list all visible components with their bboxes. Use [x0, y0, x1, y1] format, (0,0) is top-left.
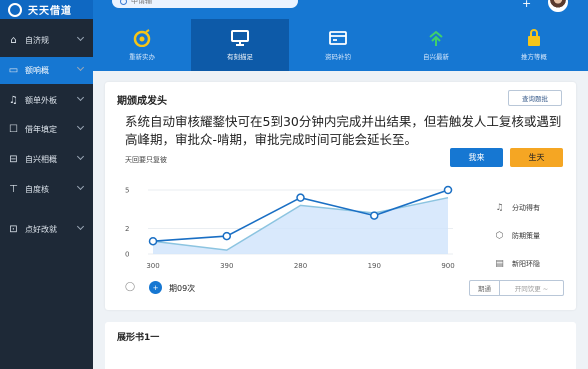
sidebar-item-label: 自济规: [25, 36, 49, 45]
brand-name: 天天借道: [28, 6, 72, 17]
data-point: [443, 185, 453, 195]
tab-label: 资码补钓: [325, 53, 351, 61]
data-point: [296, 193, 305, 202]
x-tick-label: 900: [441, 262, 454, 270]
legend-item[interactable]: ▤ 新阳环隐: [495, 250, 565, 278]
query-button[interactable]: 查询题批: [508, 90, 562, 106]
sidebar-item-label: 额响概: [25, 66, 49, 75]
tab-label: 重新实办: [129, 53, 155, 61]
data-point: [370, 211, 379, 220]
x-tick-label: 390: [220, 262, 233, 270]
document-icon: ⊡: [9, 224, 18, 235]
segment-right[interactable]: 开同饮更 ~: [500, 281, 563, 295]
sidebar-item-3[interactable]: ♫ 额单外板: [0, 87, 93, 114]
secondary-card-title: 展形书1一: [117, 333, 160, 343]
sidebar: ⌂ 自济规 ▭ 额响概 ♫ 额单外板 ☐ 借年填定 ⊟ 自兴相概 ⊤ 自度核 ⊡…: [0, 19, 93, 369]
footer-row: ◯ + 期09次 期通 开同饮更 ~: [119, 280, 569, 296]
search-icon: [120, 0, 127, 5]
legend-label: 分动得有: [512, 204, 540, 212]
x-tick-label: 280: [294, 262, 307, 270]
monitor-icon: [230, 29, 250, 47]
tab-4[interactable]: 自兴最新: [387, 19, 485, 71]
logo-icon: [8, 2, 22, 17]
subtitle: 天回要只复彼: [125, 156, 167, 164]
y-tick-label: 0: [125, 251, 129, 259]
tab-2[interactable]: 有刻描足: [191, 19, 289, 71]
avatar[interactable]: [548, 0, 568, 12]
home-icon: ⌂: [10, 35, 17, 46]
top-bar: 天天借道 +: [0, 0, 588, 19]
chat-icon: ⊟: [9, 154, 18, 165]
x-tick-label: 190: [368, 262, 381, 270]
doc-icon: ▤: [495, 259, 504, 269]
sidebar-item-2[interactable]: ▭ 额响概: [0, 57, 93, 84]
feature-tab-bar: 重新实办 有刻描足 资码补钓 自兴最新 推方等概: [93, 19, 588, 71]
bell-icon: ♫: [9, 95, 18, 106]
sidebar-item-1[interactable]: ⌂ 自济规: [0, 27, 93, 54]
square-icon: ☐: [9, 124, 18, 135]
chevron-down-icon: [76, 182, 85, 191]
approval-message: 系统自动审核耀鍪快可在5到30分钟内完成并出结果，但若触发人工复核或遇到高峰期，…: [125, 114, 562, 147]
card-title: 期颁成发头: [117, 96, 167, 107]
chevron-down-icon: [76, 33, 85, 42]
data-point: [148, 236, 158, 246]
add-icon[interactable]: +: [522, 0, 531, 10]
primary-button[interactable]: 我来: [450, 148, 503, 167]
x-tick-label: 300: [146, 262, 159, 270]
lock-icon: [524, 29, 544, 47]
tab-label: 推方等概: [521, 53, 547, 61]
plus-toggle[interactable]: +: [149, 281, 162, 294]
tree-icon: [426, 29, 446, 47]
secondary-button[interactable]: 生天: [510, 148, 563, 167]
legend-item[interactable]: ⬡ 防期策量: [495, 222, 565, 250]
segment-control[interactable]: 期通 开同饮更 ~: [469, 280, 564, 296]
sidebar-item-label: 借年填定: [25, 125, 57, 134]
side-legend: ♫ 分动得有 ⬡ 防期策量 ▤ 新阳环隐: [495, 194, 565, 278]
wallet-icon: ▭: [8, 65, 19, 76]
brand[interactable]: 天天借道: [0, 0, 93, 19]
sidebar-item-6[interactable]: ⊤ 自度核: [0, 176, 93, 203]
toggle-label: 期09次: [169, 284, 196, 293]
shield-icon: ⬡: [495, 231, 504, 241]
chevron-down-icon: [76, 93, 85, 102]
chevron-down-icon: [76, 152, 85, 161]
tab-label: 有刻描足: [227, 53, 253, 61]
approval-card: 期颁成发头 查询题批 系统自动审核耀鍪快可在5到30分钟内完成并出结果，但若触发…: [105, 82, 576, 310]
clock-icon: [132, 29, 152, 47]
secondary-card: 展形书1一: [105, 322, 576, 369]
legend-label: 防期策量: [512, 232, 540, 240]
sidebar-item-5[interactable]: ⊟ 自兴相概: [0, 146, 93, 173]
sidebar-item-label: 点好改就: [25, 225, 57, 234]
chevron-down-icon: [76, 122, 85, 131]
line-chart: 0 2 5 300 390 280 190 900: [125, 185, 455, 270]
sidebar-item-label: 自兴相概: [25, 155, 57, 164]
chevron-down-icon: [76, 63, 85, 72]
legend-item[interactable]: ♫ 分动得有: [495, 194, 565, 222]
location-pin-icon: ◯: [125, 282, 136, 292]
tab-3[interactable]: 资码补钓: [289, 19, 387, 71]
y-tick-label: 5: [125, 187, 129, 195]
tab-1[interactable]: 重新实办: [93, 19, 191, 71]
tab-label: 自兴最新: [423, 53, 449, 61]
sidebar-item-label: 自度核: [25, 185, 49, 194]
sidebar-item-label: 额单外板: [25, 96, 57, 105]
y-tick-label: 2: [125, 225, 129, 233]
tab-5[interactable]: 推方等概: [485, 19, 583, 71]
sidebar-item-7[interactable]: ⊡ 点好改就: [0, 216, 93, 243]
legend-label: 新阳环隐: [512, 260, 540, 268]
data-point: [222, 231, 231, 241]
card-icon: [328, 29, 348, 47]
search-input[interactable]: [131, 0, 271, 5]
filter-icon: ⊤: [9, 184, 18, 195]
segment-left[interactable]: 期通: [470, 281, 500, 295]
bell-icon: ♫: [495, 203, 504, 213]
sidebar-item-4[interactable]: ☐ 借年填定: [0, 116, 93, 143]
search-box[interactable]: [112, 0, 298, 8]
chevron-down-icon: [76, 222, 85, 231]
